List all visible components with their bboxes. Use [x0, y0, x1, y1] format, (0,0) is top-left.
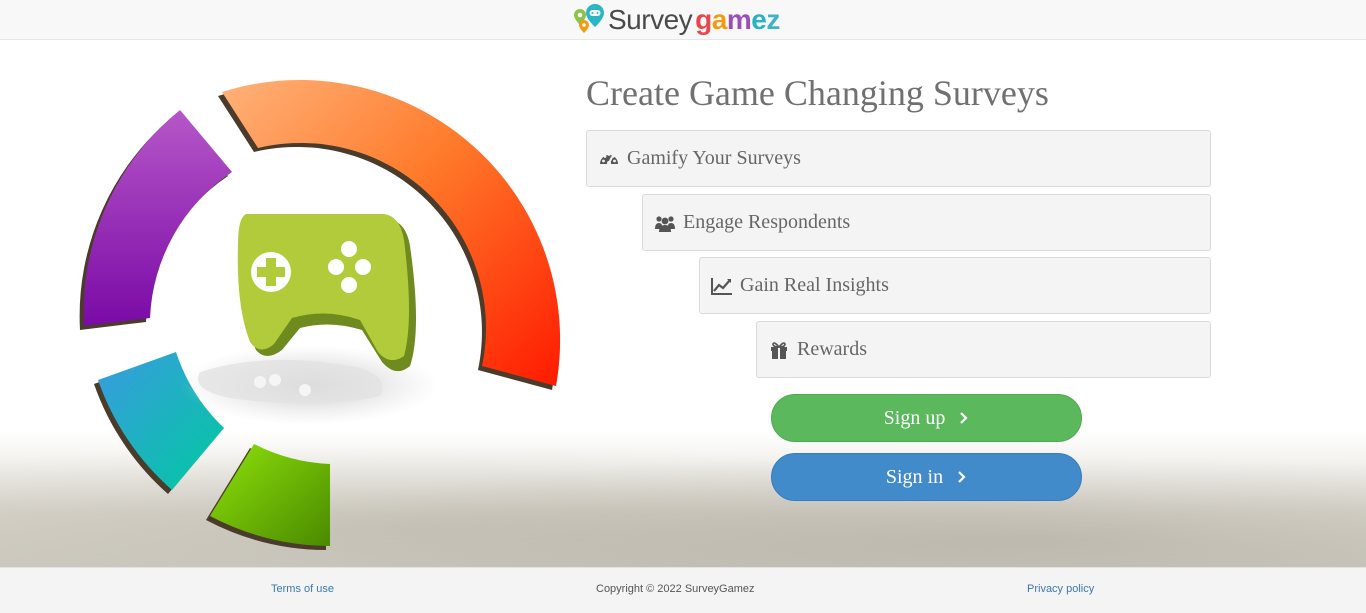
privacy-policy-link[interactable]: Privacy policy	[1027, 583, 1094, 595]
page-footer: Terms of use Copyright © 2022 SurveyGame…	[0, 567, 1366, 613]
logo-text-survey: Survey	[608, 4, 693, 35]
dashboard-icon	[600, 152, 618, 165]
gift-icon	[771, 341, 787, 359]
top-navbar: Survey gamez	[0, 0, 1366, 40]
gamepad-ring-illustration	[79, 79, 561, 550]
sign-up-button[interactable]: Sign up	[771, 394, 1082, 442]
terms-of-use-link[interactable]: Terms of use	[271, 583, 334, 595]
line-chart-icon	[711, 277, 732, 295]
brand-logo[interactable]: Survey gamez	[571, 2, 780, 38]
feature-label: Rewards	[797, 338, 867, 360]
logo-pins-icon	[574, 4, 604, 33]
purple-arc	[83, 110, 232, 326]
sign-up-label: Sign up	[883, 406, 946, 429]
logo-text-gamez: gamez	[695, 4, 780, 35]
copyright-text: Copyright © 2022 SurveyGamez	[596, 583, 755, 595]
sign-in-button[interactable]: Sign in	[771, 453, 1082, 501]
chevron-right-icon	[958, 471, 966, 483]
feature-engage: Engage Respondents	[642, 194, 1211, 251]
feature-insights: Gain Real Insights	[699, 257, 1211, 314]
feature-label: Engage Respondents	[683, 211, 851, 233]
feature-gamify: Gamify Your Surveys	[586, 130, 1211, 187]
page-title: Create Game Changing Surveys	[586, 73, 1049, 113]
feature-rewards: Rewards	[756, 321, 1211, 378]
users-icon	[655, 215, 675, 232]
green-arc	[210, 444, 330, 546]
feature-label: Gain Real Insights	[740, 274, 889, 296]
feature-label: Gamify Your Surveys	[627, 147, 801, 169]
sign-in-label: Sign in	[885, 465, 944, 488]
chevron-right-icon	[960, 412, 968, 424]
